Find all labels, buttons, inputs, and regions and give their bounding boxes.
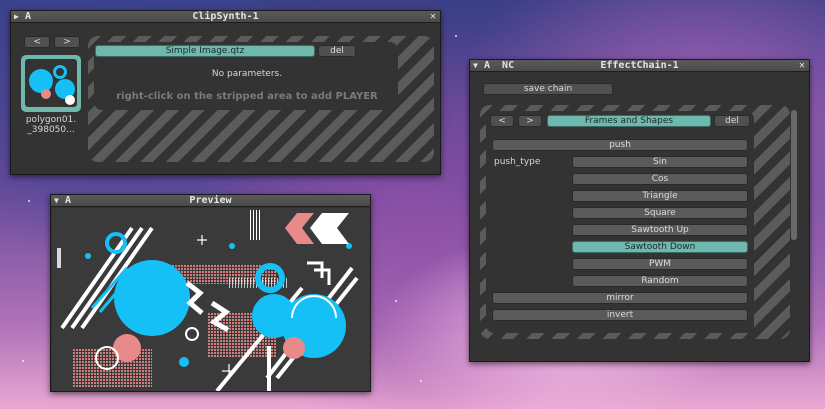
push-type-option[interactable]: PWM [572, 258, 748, 270]
clip-thumbnail[interactable] [21, 55, 81, 112]
thumbnail-label-line1: polygon01. [25, 115, 77, 125]
preview-titlebar[interactable]: ▼ A Preview [51, 195, 370, 207]
del-player-button[interactable]: del [318, 45, 356, 57]
push-type-option[interactable]: Cos [572, 173, 748, 185]
close-icon[interactable]: ✕ [799, 60, 805, 72]
scrollbar-track[interactable] [791, 110, 797, 240]
add-player-hint: right-click on the stripped area to add … [116, 91, 378, 102]
save-chain-button[interactable]: save chain [483, 83, 613, 95]
preview-canvas [52, 208, 370, 391]
clipsynth-titlebar[interactable]: ▶ A ClipSynth-1 ✕ [11, 11, 440, 23]
effectchain-titlebar[interactable]: ▼ A NC EffectChain-1 ✕ [470, 60, 809, 72]
preview-window: ▼ A Preview [50, 194, 371, 392]
push-button[interactable]: push [492, 139, 748, 151]
clipsynth-window: ▶ A ClipSynth-1 ✕ < > polygon01. _398050… [10, 10, 441, 175]
push-type-option[interactable]: Triangle [572, 190, 748, 202]
push-type-option[interactable]: Square [572, 207, 748, 219]
push-type-label: push_type [494, 157, 541, 167]
push-type-option[interactable]: Sawtooth Up [572, 224, 748, 236]
del-effect-button[interactable]: del [714, 115, 750, 127]
next-clip-button[interactable]: > [54, 36, 80, 48]
scrollbar-thumb[interactable] [791, 110, 797, 240]
thumbnail-label: polygon01. _398050... [17, 115, 85, 135]
effectchain-window: ▼ A NC EffectChain-1 ✕ save chain < > Fr… [469, 59, 810, 362]
window-title: EffectChain-1 [600, 60, 679, 71]
preview-artwork [57, 210, 359, 391]
thumbnail-image [25, 59, 77, 107]
prev-clip-button[interactable]: < [24, 36, 50, 48]
no-parameters-text: No parameters. [211, 69, 283, 79]
window-title: ClipSynth-1 [192, 11, 259, 22]
next-effect-button[interactable]: > [518, 115, 542, 127]
push-type-option[interactable]: Random [572, 275, 748, 287]
push-type-option[interactable]: Sin [572, 156, 748, 168]
window-title: Preview [189, 195, 232, 206]
close-icon[interactable]: ✕ [430, 11, 436, 23]
player-name-field[interactable]: Simple Image.qtz [95, 45, 315, 57]
thumbnail-label-line2: _398050... [27, 125, 75, 135]
effect-name-field[interactable]: Frames and Shapes [547, 115, 711, 127]
mirror-button[interactable]: mirror [492, 292, 748, 304]
invert-button[interactable]: invert [492, 309, 748, 321]
push-type-option-selected[interactable]: Sawtooth Down [572, 241, 748, 253]
prev-effect-button[interactable]: < [490, 115, 514, 127]
